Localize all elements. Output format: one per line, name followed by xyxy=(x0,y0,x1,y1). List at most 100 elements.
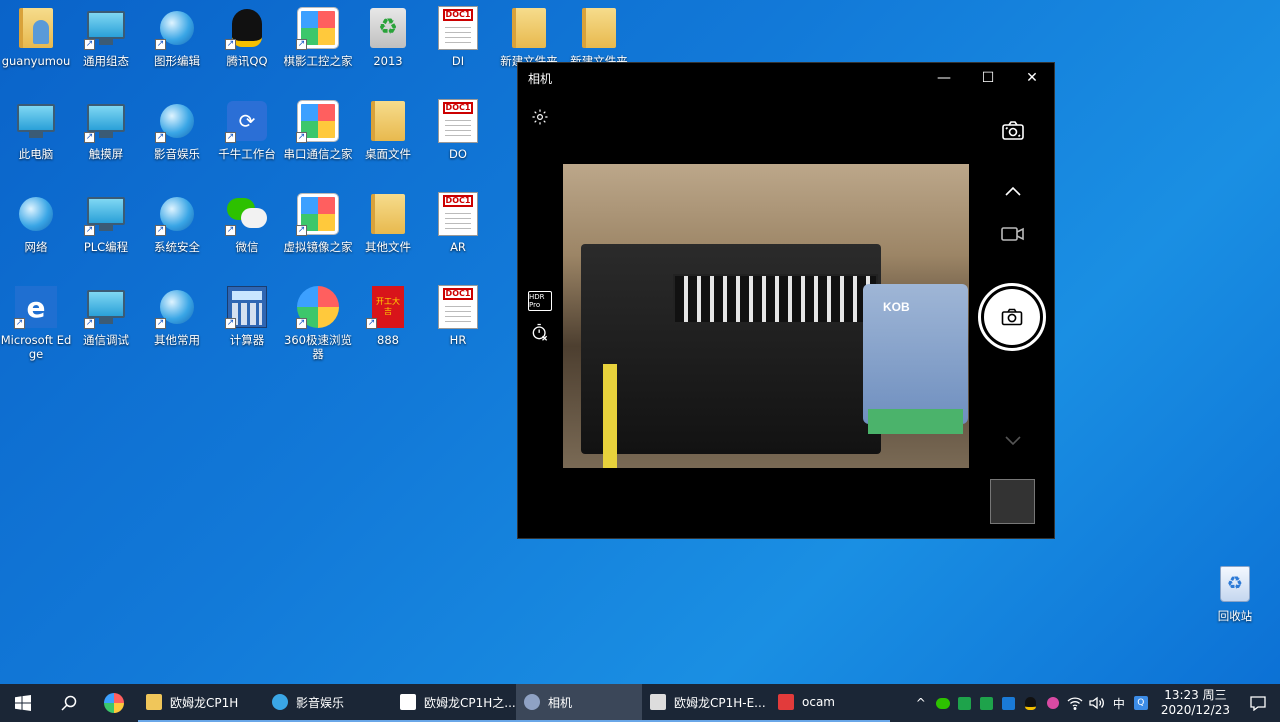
doc-icon: DOC1 xyxy=(436,192,480,236)
desktop-icon-qianniu[interactable]: ⟳ ↗ 千牛工作台 xyxy=(211,99,283,161)
desktop-icon-doc[interactable]: DOC1 HR xyxy=(422,285,494,347)
switch-camera-icon[interactable] xyxy=(1000,119,1026,143)
minimize-button[interactable]: — xyxy=(922,63,966,93)
taskbar-pinned-browser[interactable] xyxy=(92,684,136,722)
take-photo-button[interactable] xyxy=(978,283,1046,351)
taskbar-app-label: 欧姆龙CP1H xyxy=(170,695,239,710)
wechat-tray-icon[interactable] xyxy=(935,695,951,711)
folder-icon xyxy=(507,6,551,50)
desktop-icon-globe[interactable]: ↗ 系统安全 xyxy=(141,192,213,254)
clock-date: 2020/12/23 xyxy=(1160,703,1230,717)
desktop-icon-red-card[interactable]: 开工大吉 ↗ 888 xyxy=(352,285,424,347)
desktop-icon-doc[interactable]: DOC1 AR xyxy=(422,192,494,254)
desktop-icon-label: 计算器 xyxy=(229,333,265,347)
desktop-icon-monitor[interactable]: ↗ 通用组态 xyxy=(70,6,142,68)
chevron-up-icon[interactable]: ^ xyxy=(913,695,929,711)
taskbar-app-0[interactable]: 欧姆龙CP1H xyxy=(138,684,264,722)
desktop-icon-folder[interactable]: 桌面文件 xyxy=(352,99,424,161)
chevron-down-icon[interactable] xyxy=(1002,433,1024,449)
app-tray-icon-4[interactable] xyxy=(1045,695,1061,711)
taskbar-app-5[interactable]: ocam xyxy=(770,684,890,722)
app-tray-icon[interactable] xyxy=(957,695,973,711)
desktop-icon-user-folder[interactable]: guanyumou xyxy=(0,6,72,68)
video-mode-icon[interactable] xyxy=(1000,225,1026,243)
app-tray-icon-5[interactable]: Q xyxy=(1133,695,1149,711)
desktop-icon-label: HR xyxy=(449,333,467,347)
desktop-icon-globe[interactable]: ↗ 图形编辑 xyxy=(141,6,213,68)
desktop-icon-folder[interactable]: 新建文件夹 xyxy=(493,6,565,68)
start-button[interactable] xyxy=(0,684,46,722)
hdr-pro-icon[interactable]: HDR Pro xyxy=(528,291,552,311)
desktop-icon-folder[interactable]: 其他文件 xyxy=(352,192,424,254)
taskbar-app-1[interactable]: 影音娱乐 xyxy=(264,684,392,722)
desktop-icon-monitor[interactable]: ↗ 触摸屏 xyxy=(70,99,142,161)
app-tray-icon-3[interactable] xyxy=(1001,695,1017,711)
desktop-icon-pinwheel[interactable]: ↗ 串口通信之家 xyxy=(282,99,354,161)
desktop-icon-pinwheel[interactable]: ↗ 虚拟镜像之家 xyxy=(282,192,354,254)
globe-icon: ↗ xyxy=(155,192,199,236)
maximize-button[interactable]: ☐ xyxy=(966,63,1010,93)
desktop-icon-label: 腾讯QQ xyxy=(226,54,268,68)
shortcut-arrow-icon: ↗ xyxy=(84,225,95,236)
windows-icon xyxy=(15,695,31,711)
shortcut-arrow-icon: ↗ xyxy=(366,318,377,329)
user-folder-icon xyxy=(14,6,58,50)
desktop-icon-label: Microsoft Edge xyxy=(0,333,72,361)
monitor-icon: ↗ xyxy=(84,99,128,143)
app-tray-icon-2[interactable] xyxy=(979,695,995,711)
shortcut-arrow-icon: ↗ xyxy=(225,318,236,329)
shortcut-arrow-icon: ↗ xyxy=(296,318,307,329)
shortcut-arrow-icon: ↗ xyxy=(225,225,236,236)
last-photo-thumbnail[interactable] xyxy=(990,479,1035,524)
calculator-icon: ↗ xyxy=(225,285,269,329)
monitor-icon: ↗ xyxy=(84,6,128,50)
taskbar-app-4[interactable]: 欧姆龙CP1H-E... xyxy=(642,684,770,722)
desktop-icon-label: DO xyxy=(449,147,467,161)
desktop-icon-label: 通用组态 xyxy=(83,54,129,68)
wechat-icon: ↗ xyxy=(225,192,269,236)
desktop-icon-folder[interactable]: 新建文件夹 xyxy=(563,6,635,68)
gear-icon[interactable] xyxy=(530,107,550,127)
search-button[interactable] xyxy=(46,684,92,722)
desktop-icon-label: 图形编辑 xyxy=(154,54,200,68)
timer-icon[interactable] xyxy=(529,321,551,343)
desktop-icon-monitor[interactable]: ↗ PLC编程 xyxy=(70,192,142,254)
taskbar-app-2[interactable]: 欧姆龙CP1H之... xyxy=(392,684,516,722)
taskbar-app-3[interactable]: 相机 xyxy=(516,684,642,722)
clock[interactable]: 13:23 周三 2020/12/23 xyxy=(1155,688,1236,718)
ime-indicator[interactable]: 中 xyxy=(1111,695,1127,711)
chevron-up-icon[interactable] xyxy=(1002,183,1024,199)
usb-converter: KOB xyxy=(863,284,968,424)
globe-icon xyxy=(14,192,58,236)
desktop-icon-label: 2013 xyxy=(373,54,403,68)
camera-icon xyxy=(524,694,540,710)
desktop-icon-globe[interactable]: ↗ 影音娱乐 xyxy=(141,99,213,161)
desktop-icon-monitor[interactable]: ↗ 通信调试 xyxy=(70,285,142,347)
shortcut-arrow-icon: ↗ xyxy=(155,225,166,236)
desktop-icon-calculator[interactable]: ↗ 计算器 xyxy=(211,285,283,347)
desktop-icon-wechat[interactable]: ↗ 微信 xyxy=(211,192,283,254)
notifications-icon[interactable] xyxy=(1242,695,1274,711)
desktop-icon-qq[interactable]: ↗ 腾讯QQ xyxy=(211,6,283,68)
desktop-icon-monitor[interactable]: 此电脑 xyxy=(0,99,72,161)
desktop-icon-edge[interactable]: e ↗ Microsoft Edge xyxy=(0,285,72,361)
desktop-icon-label: 棋影工控之家 xyxy=(283,54,353,68)
desktop-icon-doc[interactable]: DOC1 DI xyxy=(422,6,494,68)
desktop-icon-pinwheel[interactable]: ↗ 棋影工控之家 xyxy=(282,6,354,68)
close-button[interactable]: ✕ xyxy=(1010,63,1054,93)
desktop-icon-globe[interactable]: ↗ 其他常用 xyxy=(141,285,213,347)
shortcut-arrow-icon: ↗ xyxy=(155,318,166,329)
desktop-icon-globe[interactable]: 网络 xyxy=(0,192,72,254)
volume-icon[interactable] xyxy=(1089,695,1105,711)
network-icon[interactable] xyxy=(1067,695,1083,711)
desktop-icon-browser360[interactable]: ↗ 360极速浏览器 xyxy=(282,285,354,361)
folder-icon xyxy=(577,6,621,50)
desktop-icon-doc[interactable]: DOC1 DO xyxy=(422,99,494,161)
desktop-icon-label: 其他常用 xyxy=(154,333,200,347)
recycle-bin[interactable]: ♻ 回收站 xyxy=(1204,566,1266,624)
folder-icon xyxy=(146,694,162,710)
taskbar-app-label: 影音娱乐 xyxy=(296,695,345,710)
qq-tray-icon[interactable] xyxy=(1023,695,1039,711)
shortcut-arrow-icon: ↗ xyxy=(14,318,25,329)
desktop-icon-recycle-green[interactable]: ♻ 2013 xyxy=(352,6,424,68)
